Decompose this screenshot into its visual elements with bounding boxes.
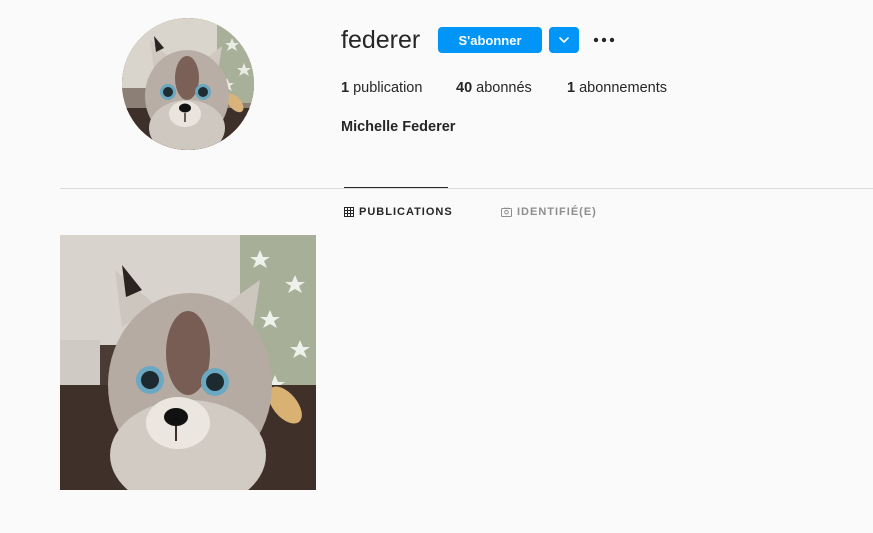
followers-label: abonnés xyxy=(476,80,532,96)
chevron-down-icon xyxy=(559,37,569,43)
followers-count: 40 xyxy=(456,80,473,96)
tab-publications[interactable]: PUBLICATIONS xyxy=(344,205,453,219)
tabs-divider xyxy=(60,188,873,189)
publications-label: publication xyxy=(353,80,423,96)
following-count: 1 xyxy=(567,80,576,96)
profile-username: federer xyxy=(341,26,421,54)
more-options-icon xyxy=(593,37,615,43)
following-label: abonnements xyxy=(579,80,667,96)
tab-tagged[interactable]: IDENTIFIÉ(E) xyxy=(501,205,597,219)
post-thumbnail[interactable] xyxy=(60,235,316,490)
more-options-button[interactable] xyxy=(591,27,617,53)
active-tab-indicator xyxy=(344,187,448,188)
post-plush-husky-image xyxy=(60,235,316,490)
profile-avatar[interactable] xyxy=(122,18,254,150)
profile-full-name: Michelle Federer xyxy=(341,119,456,135)
profile-page: federer S'abonner 1 publication 40 abonn… xyxy=(0,0,873,533)
grid-icon xyxy=(344,207,354,217)
publications-count: 1 xyxy=(341,80,350,96)
stat-publications[interactable]: 1 publication xyxy=(341,79,422,97)
stat-followers[interactable]: 40 abonnés xyxy=(456,79,532,97)
suggested-dropdown-button[interactable] xyxy=(549,27,579,53)
avatar-plush-husky-image xyxy=(122,18,254,150)
follow-button[interactable]: S'abonner xyxy=(438,27,542,53)
tagged-icon xyxy=(501,207,512,217)
stat-following[interactable]: 1 abonnements xyxy=(567,79,667,97)
tab-tagged-label: IDENTIFIÉ(E) xyxy=(517,206,597,218)
tab-publications-label: PUBLICATIONS xyxy=(359,206,453,218)
